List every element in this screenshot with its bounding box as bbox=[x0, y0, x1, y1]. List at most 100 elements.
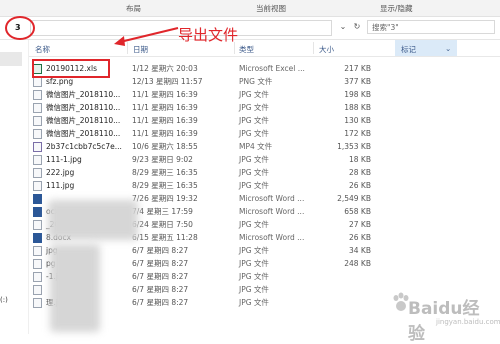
file-size: 26 KB bbox=[349, 233, 371, 242]
file-type: JPG 文件 bbox=[239, 90, 269, 99]
chevron-down-icon[interactable]: ⌄ bbox=[445, 44, 451, 53]
file-name: 微信图片_2018110... bbox=[46, 90, 121, 99]
file-type: MP4 文件 bbox=[239, 142, 273, 151]
file-date: 11/1 星期四 16:39 bbox=[132, 129, 198, 138]
column-header-name[interactable]: 名称 bbox=[35, 44, 50, 55]
file-type: PNG 文件 bbox=[239, 77, 273, 86]
chevron-down-icon[interactable]: ⌄ bbox=[336, 20, 350, 34]
file-date: 10/6 星期六 18:55 bbox=[132, 142, 198, 151]
column-header-type[interactable]: 类型 bbox=[239, 44, 254, 55]
file-date: 6/7 星期四 8:27 bbox=[132, 285, 189, 294]
file-size: 217 KB bbox=[344, 64, 371, 73]
sidebar-selected-item[interactable] bbox=[0, 52, 22, 66]
watermark-url: jingyan.baidu.com bbox=[436, 318, 500, 326]
file-row[interactable]: 111-1.jpg 9/23 星期日 9:02 JPG 文件 18 KB bbox=[29, 153, 500, 166]
image-file-icon bbox=[33, 219, 42, 230]
file-date: 6/7 星期四 8:27 bbox=[132, 298, 189, 307]
file-size: 248 KB bbox=[344, 259, 371, 268]
image-file-icon bbox=[33, 258, 42, 269]
file-name: 微信图片_2018110... bbox=[46, 103, 121, 112]
file-size: 2,549 KB bbox=[337, 194, 371, 203]
file-size: 18 KB bbox=[349, 155, 371, 164]
file-row[interactable]: 微信图片_2018110... 11/1 星期四 16:39 JPG 文件 172 K… bbox=[29, 127, 500, 140]
ribbon-tab-show-hide[interactable]: 显示/隐藏 bbox=[380, 3, 413, 14]
file-type: JPG 文件 bbox=[239, 168, 269, 177]
word-file-icon bbox=[33, 193, 42, 204]
file-type: JPG 文件 bbox=[239, 272, 269, 281]
navigation-pane: (:) bbox=[0, 40, 29, 334]
file-date: 11/1 星期四 16:39 bbox=[132, 90, 198, 99]
ribbon-tab-layout[interactable]: 布局 bbox=[126, 3, 141, 14]
file-size: 34 KB bbox=[349, 246, 371, 255]
file-date: 7/4 星期三 17:59 bbox=[132, 207, 193, 216]
image-file-icon bbox=[33, 271, 42, 282]
file-date: 6/7 星期四 8:27 bbox=[132, 259, 189, 268]
file-name: 111.jpg bbox=[46, 181, 75, 190]
address-row: ⌄ ↻ 搜索"3" bbox=[0, 17, 500, 40]
file-row[interactable]: 微信图片_2018110... 11/1 星期四 16:39 JPG 文件 188 K… bbox=[29, 101, 500, 114]
file-row[interactable]: 111.jpg 8/29 星期三 16:35 JPG 文件 26 KB bbox=[29, 179, 500, 192]
column-header-tags-box[interactable]: 标记 ⌄ bbox=[395, 40, 457, 56]
column-header-date[interactable]: 日期 bbox=[133, 44, 148, 55]
file-size: 198 KB bbox=[344, 90, 371, 99]
file-type: Microsoft Word ... bbox=[239, 207, 305, 216]
file-name: 微信图片_2018110... bbox=[46, 129, 121, 138]
file-type: JPG 文件 bbox=[239, 129, 269, 138]
word-file-icon bbox=[33, 206, 42, 217]
image-file-icon bbox=[33, 89, 42, 100]
file-type: Microsoft Word ... bbox=[239, 233, 305, 242]
word-file-icon bbox=[33, 232, 42, 243]
file-type: JPG 文件 bbox=[239, 220, 269, 229]
file-type: JPG 文件 bbox=[239, 116, 269, 125]
file-type: JPG 文件 bbox=[239, 285, 269, 294]
image-file-icon bbox=[33, 245, 42, 256]
file-date: 6/24 星期日 7:50 bbox=[132, 220, 193, 229]
file-type: Microsoft Excel ... bbox=[239, 64, 305, 73]
file-name: 111-1.jpg bbox=[46, 155, 82, 164]
file-row[interactable]: 微信图片_2018110... 11/1 星期四 16:39 JPG 文件 198 K… bbox=[29, 88, 500, 101]
image-file-icon bbox=[33, 154, 42, 165]
column-headers: 名称 日期 类型 大小 标记 ⌄ bbox=[29, 40, 500, 57]
file-date: 1/12 星期六 20:03 bbox=[132, 64, 198, 73]
file-size: 130 KB bbox=[344, 116, 371, 125]
redaction-blur bbox=[48, 200, 138, 240]
file-date: 6/7 星期四 8:27 bbox=[132, 272, 189, 281]
file-date: 8/29 星期三 16:35 bbox=[132, 168, 198, 177]
file-type: JPG 文件 bbox=[239, 259, 269, 268]
search-input[interactable]: 搜索"3" bbox=[367, 20, 495, 34]
file-type: Microsoft Word ... bbox=[239, 194, 305, 203]
file-size: 27 KB bbox=[349, 220, 371, 229]
file-row[interactable]: 2b37c1cbb7c5c7e... 10/6 星期六 18:55 MP4 文件 1,… bbox=[29, 140, 500, 153]
file-size: 172 KB bbox=[344, 129, 371, 138]
sidebar-drive-label[interactable]: (:) bbox=[0, 296, 8, 304]
file-name: 微信图片_2018110... bbox=[46, 116, 121, 125]
image-file-icon bbox=[33, 297, 42, 308]
image-file-icon bbox=[33, 128, 42, 139]
file-date: 12/13 星期四 11:57 bbox=[132, 77, 203, 86]
file-row[interactable]: 222.jpg 8/29 星期三 16:35 JPG 文件 28 KB bbox=[29, 166, 500, 179]
baidu-watermark: Baidu经验 jingyan.baidu.com bbox=[384, 286, 500, 344]
redaction-blur bbox=[50, 244, 100, 332]
file-date: 9/23 星期日 9:02 bbox=[132, 155, 193, 164]
file-type: JPG 文件 bbox=[239, 103, 269, 112]
file-row[interactable]: 微信图片_2018110... 11/1 星期四 16:39 JPG 文件 130 K… bbox=[29, 114, 500, 127]
image-file-icon bbox=[33, 284, 42, 295]
image-file-icon bbox=[33, 115, 42, 126]
file-size: 1,353 KB bbox=[337, 142, 371, 151]
file-date: 6/7 星期四 8:27 bbox=[132, 246, 189, 255]
ribbon-tab-current-view[interactable]: 当前视图 bbox=[256, 3, 286, 14]
file-type: JPG 文件 bbox=[239, 246, 269, 255]
image-file-icon bbox=[33, 102, 42, 113]
address-highlight-circle: 3 bbox=[5, 16, 35, 40]
file-date: 11/1 星期四 16:39 bbox=[132, 103, 198, 112]
file-type: JPG 文件 bbox=[239, 181, 269, 190]
file-date: 8/29 星期三 16:35 bbox=[132, 181, 198, 190]
file-name: 222.jpg bbox=[46, 168, 75, 177]
file-highlight-box bbox=[32, 59, 110, 78]
refresh-icon[interactable]: ↻ bbox=[350, 20, 364, 34]
address-value: 3 bbox=[15, 23, 21, 32]
column-header-size[interactable]: 大小 bbox=[319, 44, 334, 55]
mp4-file-icon bbox=[33, 141, 42, 152]
file-date: 7/26 星期四 19:32 bbox=[132, 194, 198, 203]
file-name: 2b37c1cbb7c5c7e... bbox=[46, 142, 122, 151]
